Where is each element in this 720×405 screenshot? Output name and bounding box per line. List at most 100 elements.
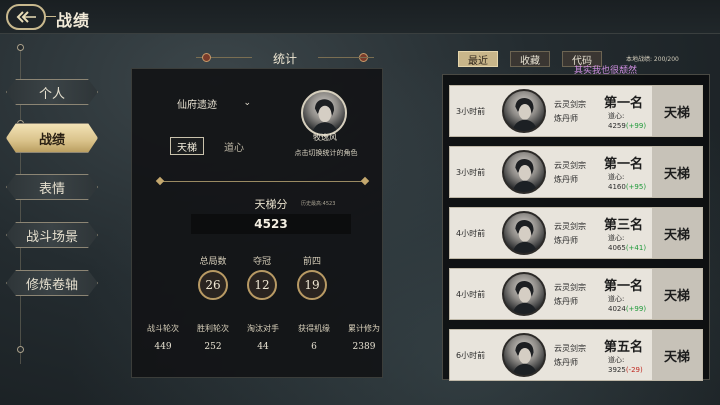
record-dao-heart: 道心: 3925(-29)	[608, 355, 643, 375]
record-rank: 第一名	[604, 279, 644, 294]
record-avatar	[502, 211, 546, 255]
record-sect: 云灵剑宗	[554, 161, 586, 170]
record-role: 炼丹师	[554, 297, 578, 306]
record-time: 4小时前	[456, 229, 486, 238]
stat-eliminated: 淘汰对手 44	[235, 323, 291, 352]
sidebar-item-emotes[interactable]: 表情	[6, 174, 98, 200]
character-name: 牧逸风	[313, 133, 337, 142]
record-rank: 第一名	[604, 96, 644, 111]
sidebar-item-cultivation-scroll[interactable]: 修炼卷轴	[6, 270, 98, 296]
record-time: 3小时前	[456, 168, 486, 177]
stat-cultivation: 累计修为 2389	[336, 323, 392, 352]
dao-delta: (+41)	[625, 244, 647, 252]
record-mode: 天梯	[652, 208, 702, 258]
stat-value: 449	[154, 342, 172, 352]
stats-title: 统计	[272, 51, 297, 66]
stat-win-rounds: 胜利轮次 252	[185, 323, 241, 352]
page-title: 战绩	[56, 11, 91, 30]
dao-value: 4259	[608, 122, 626, 130]
dao-value: 4160	[608, 183, 626, 191]
record-sect: 云灵剑宗	[554, 344, 586, 353]
stat-label: 胜利轮次	[197, 324, 229, 333]
tab-ladder[interactable]: 天梯	[170, 137, 204, 155]
stat-value: 44	[257, 342, 269, 352]
character-portrait-icon	[512, 280, 538, 314]
record-card[interactable]: 6小时前 云灵剑宗 炼丹师 第五名 道心: 3925(-29) 天梯	[449, 329, 703, 381]
header-rule	[318, 57, 374, 58]
record-time: 6小时前	[456, 351, 486, 360]
stat-opportunities: 获得机缘 6	[286, 323, 342, 352]
record-avatar	[502, 333, 546, 377]
section-divider	[159, 181, 365, 182]
record-mode: 天梯	[652, 86, 702, 136]
sidebar-item-profile[interactable]: 个人	[6, 79, 98, 105]
dao-value: 4065	[608, 244, 626, 252]
dao-delta: (-29)	[625, 366, 643, 374]
record-dao-heart: 道心: 4065(+41)	[608, 233, 646, 253]
record-time: 4小时前	[456, 290, 486, 299]
stat-label: 累计修为	[348, 324, 380, 333]
tab-dao-heart[interactable]: 道心	[216, 137, 252, 155]
back-arrow-icon	[16, 11, 36, 23]
character-portrait-icon	[512, 158, 538, 192]
record-mode: 天梯	[652, 147, 702, 197]
character-portrait-icon	[512, 97, 538, 131]
record-card[interactable]: 3小时前 云灵剑宗 炼丹师 第一名 道心: 4259(+99) 天梯	[449, 85, 703, 137]
dao-delta: (+99)	[625, 122, 647, 130]
record-role: 炼丹师	[554, 236, 578, 245]
dao-label: 道心:	[608, 173, 625, 181]
character-avatar[interactable]	[301, 90, 347, 136]
character-portrait-icon	[512, 341, 538, 375]
stat-value: 12	[247, 270, 277, 300]
record-rank: 第三名	[604, 218, 644, 233]
record-dao-heart: 道心: 4160(+95)	[608, 172, 646, 192]
stat-label: 总局数	[199, 257, 227, 267]
stat-total-games: 总局数 26	[193, 254, 233, 300]
dao-label: 道心:	[608, 295, 625, 303]
stat-battle-rounds: 战斗轮次 449	[135, 323, 191, 352]
top-bar: 战绩	[0, 0, 720, 34]
record-card[interactable]: 3小时前 云灵剑宗 炼丹师 第一名 道心: 4160(+95) 天梯	[449, 146, 703, 198]
ladder-score-value: 4523	[191, 214, 351, 234]
dao-label: 道心:	[608, 234, 625, 242]
mode-select[interactable]: 仙府遗迹 ⌄	[167, 94, 255, 112]
stat-value: 6	[311, 342, 317, 352]
record-rank: 第五名	[604, 340, 644, 355]
record-mode: 天梯	[652, 269, 702, 319]
dao-delta: (+95)	[625, 183, 647, 191]
stat-championships: 夺冠 12	[242, 254, 282, 300]
record-sect: 云灵剑宗	[554, 283, 586, 292]
dao-delta: (+99)	[625, 305, 647, 313]
record-role: 炼丹师	[554, 175, 578, 184]
favorites-button[interactable]: 收藏	[510, 51, 550, 67]
menu-track-dot	[17, 44, 24, 51]
record-card[interactable]: 4小时前 云灵剑宗 炼丹师 第一名 道心: 4024(+99) 天梯	[449, 268, 703, 320]
stat-label: 获得机缘	[298, 324, 330, 333]
record-mode: 天梯	[652, 330, 702, 380]
record-sect: 云灵剑宗	[554, 222, 586, 231]
character-portrait-icon	[312, 99, 338, 134]
ladder-score-box: 天梯分 历史最高:4523 4523	[191, 196, 363, 236]
record-avatar	[502, 150, 546, 194]
stat-top-four: 前四 19	[292, 254, 332, 300]
sidebar-item-records[interactable]: 战绩	[6, 123, 98, 153]
stat-label: 战斗轮次	[147, 324, 179, 333]
character-hint: 点击切换统计的角色	[294, 149, 358, 157]
stats-header: 统计	[190, 48, 380, 68]
record-role: 炼丹师	[554, 114, 578, 123]
sidebar-item-battle-scene[interactable]: 战斗场景	[6, 222, 98, 248]
title-rule	[44, 16, 56, 17]
back-button[interactable]	[6, 4, 46, 30]
dao-label: 道心:	[608, 112, 625, 120]
dao-value: 3925	[608, 366, 626, 374]
stat-value: 19	[297, 270, 327, 300]
menu-track-dot	[17, 346, 24, 353]
record-card[interactable]: 4小时前 云灵剑宗 炼丹师 第三名 道心: 4065(+41) 天梯	[449, 207, 703, 259]
ornament-icon	[202, 53, 211, 62]
ladder-history-note: 历史最高:4523	[301, 201, 336, 207]
record-sect: 云灵剑宗	[554, 100, 586, 109]
record-avatar	[502, 272, 546, 316]
record-dao-heart: 道心: 4259(+99)	[608, 111, 646, 131]
record-dao-heart: 道心: 4024(+99)	[608, 294, 646, 314]
recent-button[interactable]: 最近	[458, 51, 498, 67]
